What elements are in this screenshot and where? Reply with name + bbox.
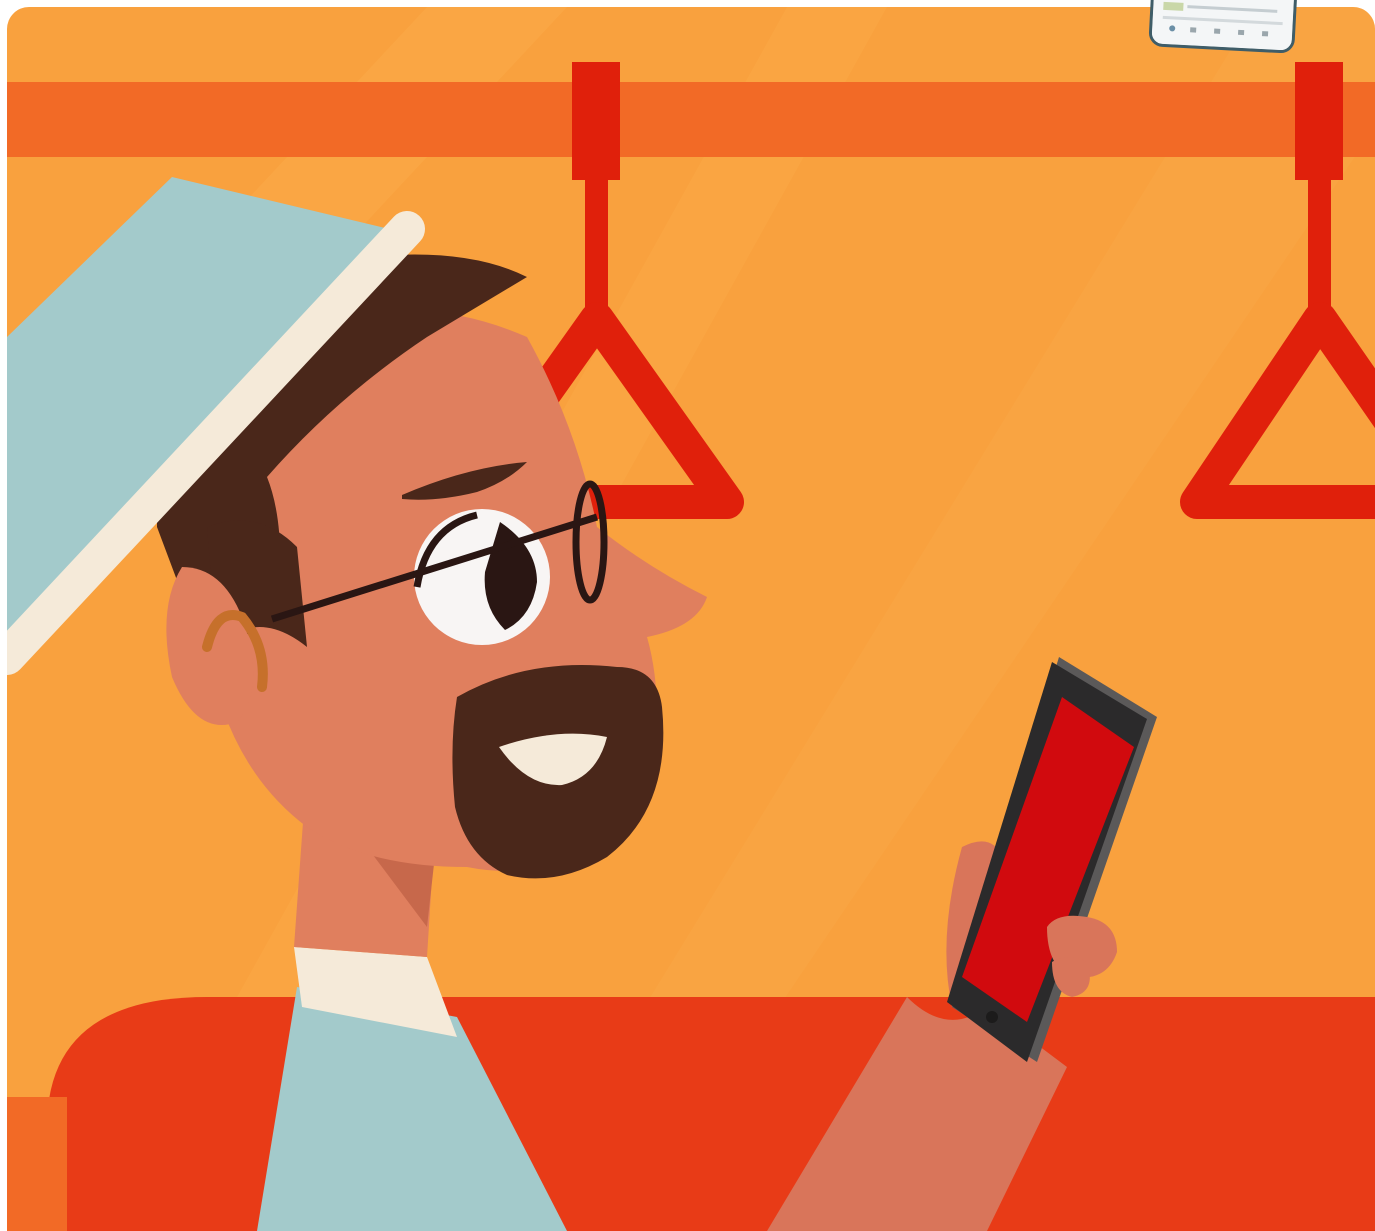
phone-home-button	[986, 1011, 998, 1023]
seat-edge	[7, 1097, 67, 1231]
list-icon	[1214, 28, 1221, 34]
cart-icon	[1237, 29, 1245, 36]
subway-commuter-illustration	[7, 7, 1375, 1231]
illustration-frame	[7, 7, 1375, 1231]
app-thumbnail-overlay[interactable]	[1148, 0, 1298, 54]
user-icon	[1261, 31, 1269, 37]
thumbnail-image	[1163, 1, 1184, 11]
app-thumbnail-preview	[1151, 0, 1295, 51]
search-icon	[1190, 27, 1197, 33]
overhead-rail	[7, 82, 1375, 157]
seat	[47, 997, 1375, 1231]
